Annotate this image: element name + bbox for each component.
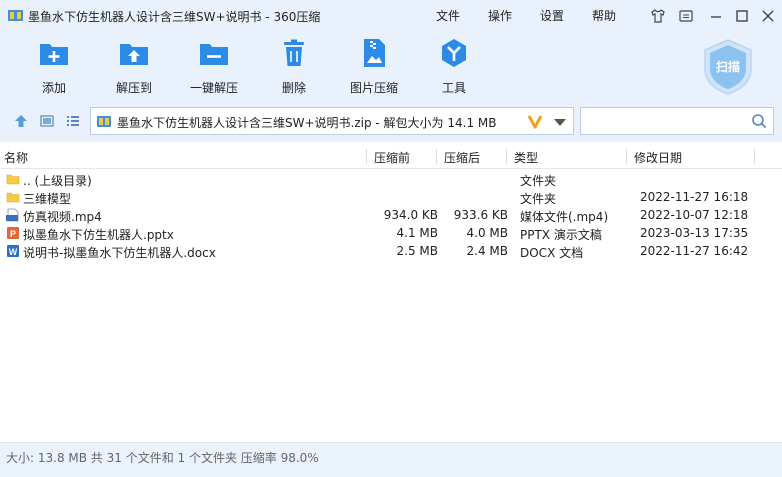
file-packed-size: 4.0 MB xyxy=(466,226,508,240)
column-divider[interactable] xyxy=(754,149,755,164)
delete-label: 删除 xyxy=(281,81,306,95)
file-name: 仿真视频.mp4 xyxy=(23,210,102,224)
tools-icon xyxy=(442,39,466,67)
menu-settings[interactable]: 设置 xyxy=(540,7,564,24)
file-type: 文件夹 xyxy=(520,192,557,206)
column-divider[interactable] xyxy=(626,149,627,164)
add-label: 添加 xyxy=(41,81,66,95)
scan-button[interactable]: 扫描 xyxy=(702,38,754,96)
tools-label: 工具 xyxy=(441,81,466,95)
svg-text:P: P xyxy=(10,229,16,239)
one-click-extract-button[interactable]: 一键解压 xyxy=(179,38,249,96)
extract-to-label: 解压到 xyxy=(115,81,152,95)
file-modified: 2022-10-07 12:18 xyxy=(640,208,749,222)
column-divider[interactable] xyxy=(506,149,507,164)
column-type[interactable]: 类型 xyxy=(514,149,538,166)
pptx-file-icon: P xyxy=(7,227,19,239)
file-size: 4.1 MB xyxy=(396,226,438,240)
search-icon[interactable] xyxy=(751,113,767,129)
column-packed[interactable]: 压缩前 xyxy=(374,149,410,166)
column-name[interactable]: 名称 xyxy=(4,149,28,166)
file-row-pptx[interactable]: P 拟墨鱼水下仿生机器人.pptx 4.1 MB 4.0 MB PPTX 演示文… xyxy=(0,224,782,242)
window-title: 墨鱼水下仿生机器人设计含三维SW+说明书 - 360压缩 xyxy=(28,10,321,24)
thumbnail-view-icon[interactable] xyxy=(40,114,54,128)
delete-icon xyxy=(284,39,304,66)
file-name: .. (上级目录) xyxy=(23,174,92,188)
minimize-icon[interactable] xyxy=(708,8,724,24)
path-dropdown-icon[interactable] xyxy=(554,119,566,126)
path-text: 墨鱼水下仿生机器人设计含三维SW+说明书.zip - 解包大小为 14.1 MB xyxy=(117,116,497,130)
menu-file[interactable]: 文件 xyxy=(436,7,460,24)
file-type: 媒体文件(.mp4) xyxy=(520,210,609,224)
one-click-extract-icon xyxy=(200,44,228,65)
title-bar: 墨鱼水下仿生机器人设计含三维SW+说明书 - 360压缩 文件 操作 设置 帮助 xyxy=(0,0,782,32)
file-row-docx[interactable]: W 说明书-拟墨鱼水下仿生机器人.docx 2.5 MB 2.4 MB DOCX… xyxy=(0,242,782,260)
column-modified[interactable]: 修改日期 xyxy=(634,149,682,166)
status-bar: 大小: 13.8 MB 共 31 个文件和 1 个文件夹 压缩率 98.0% xyxy=(0,442,782,477)
file-row-video[interactable]: 仿真视频.mp4 934.0 KB 933.6 KB 媒体文件(.mp4) 20… xyxy=(0,206,782,224)
message-icon[interactable] xyxy=(678,8,694,24)
list-view-icon[interactable] xyxy=(66,114,80,128)
file-row-3d-models[interactable]: 三维模型 文件夹 2022-11-27 16:18 xyxy=(0,188,782,206)
column-divider[interactable] xyxy=(436,149,437,164)
status-text: 大小: 13.8 MB 共 31 个文件和 1 个文件夹 压缩率 98.0% xyxy=(6,451,319,465)
file-name: 说明书-拟墨鱼水下仿生机器人.docx xyxy=(23,246,216,260)
verified-v-icon[interactable] xyxy=(527,113,543,129)
folder-icon xyxy=(6,174,20,185)
file-row-parent[interactable]: .. (上级目录) 文件夹 xyxy=(0,170,782,188)
close-icon[interactable] xyxy=(760,8,776,24)
file-type: DOCX 文档 xyxy=(520,246,584,260)
image-compress-button[interactable]: 图片压缩 xyxy=(339,38,409,96)
menu-operate[interactable]: 操作 xyxy=(488,7,512,24)
path-box[interactable]: 墨鱼水下仿生机器人设计含三维SW+说明书.zip - 解包大小为 14.1 MB xyxy=(90,107,574,135)
file-list-header: 名称 压缩前 压缩后 类型 修改日期 xyxy=(0,146,782,169)
image-compress-icon xyxy=(364,39,385,67)
tools-button[interactable]: 工具 xyxy=(419,38,489,96)
delete-button[interactable]: 删除 xyxy=(259,38,329,96)
folder-icon xyxy=(6,192,20,203)
search-input[interactable] xyxy=(580,107,774,135)
add-icon xyxy=(40,44,68,65)
file-type: 文件夹 xyxy=(520,174,557,188)
add-button[interactable]: 添加 xyxy=(19,38,89,96)
file-name: 三维模型 xyxy=(23,192,72,206)
file-size: 934.0 KB xyxy=(383,208,438,222)
extract-to-button[interactable]: 解压到 xyxy=(99,38,169,96)
file-packed-size: 933.6 KB xyxy=(453,208,508,222)
skin-tshirt-icon[interactable] xyxy=(650,8,666,24)
image-compress-label: 图片压缩 xyxy=(349,81,398,95)
extract-icon xyxy=(120,44,148,65)
maximize-icon[interactable] xyxy=(734,8,750,24)
file-modified: 2022-11-27 16:18 xyxy=(640,190,749,204)
column-divider[interactable] xyxy=(366,149,367,164)
file-size: 2.5 MB xyxy=(396,244,438,258)
scan-label: 扫描 xyxy=(715,60,740,74)
file-type: PPTX 演示文稿 xyxy=(520,228,602,242)
mp4-file-icon xyxy=(6,208,19,222)
file-modified: 2022-11-27 16:42 xyxy=(640,244,749,258)
file-packed-size: 2.4 MB xyxy=(466,244,508,258)
menu-help[interactable]: 帮助 xyxy=(592,7,616,24)
file-name: 拟墨鱼水下仿生机器人.pptx xyxy=(23,228,174,242)
up-arrow-icon[interactable] xyxy=(14,114,28,128)
toolbar: 添加 解压到 一键解压 删除 图片压缩 工具 xyxy=(0,32,782,100)
svg-text:W: W xyxy=(9,247,18,257)
zip-archive-icon xyxy=(97,116,111,127)
docx-file-icon: W xyxy=(7,245,19,257)
file-modified: 2023-03-13 17:35 xyxy=(640,226,749,240)
column-unpacked[interactable]: 压缩后 xyxy=(444,149,480,166)
app-logo-icon xyxy=(8,10,23,21)
one-click-extract-label: 一键解压 xyxy=(189,81,238,95)
